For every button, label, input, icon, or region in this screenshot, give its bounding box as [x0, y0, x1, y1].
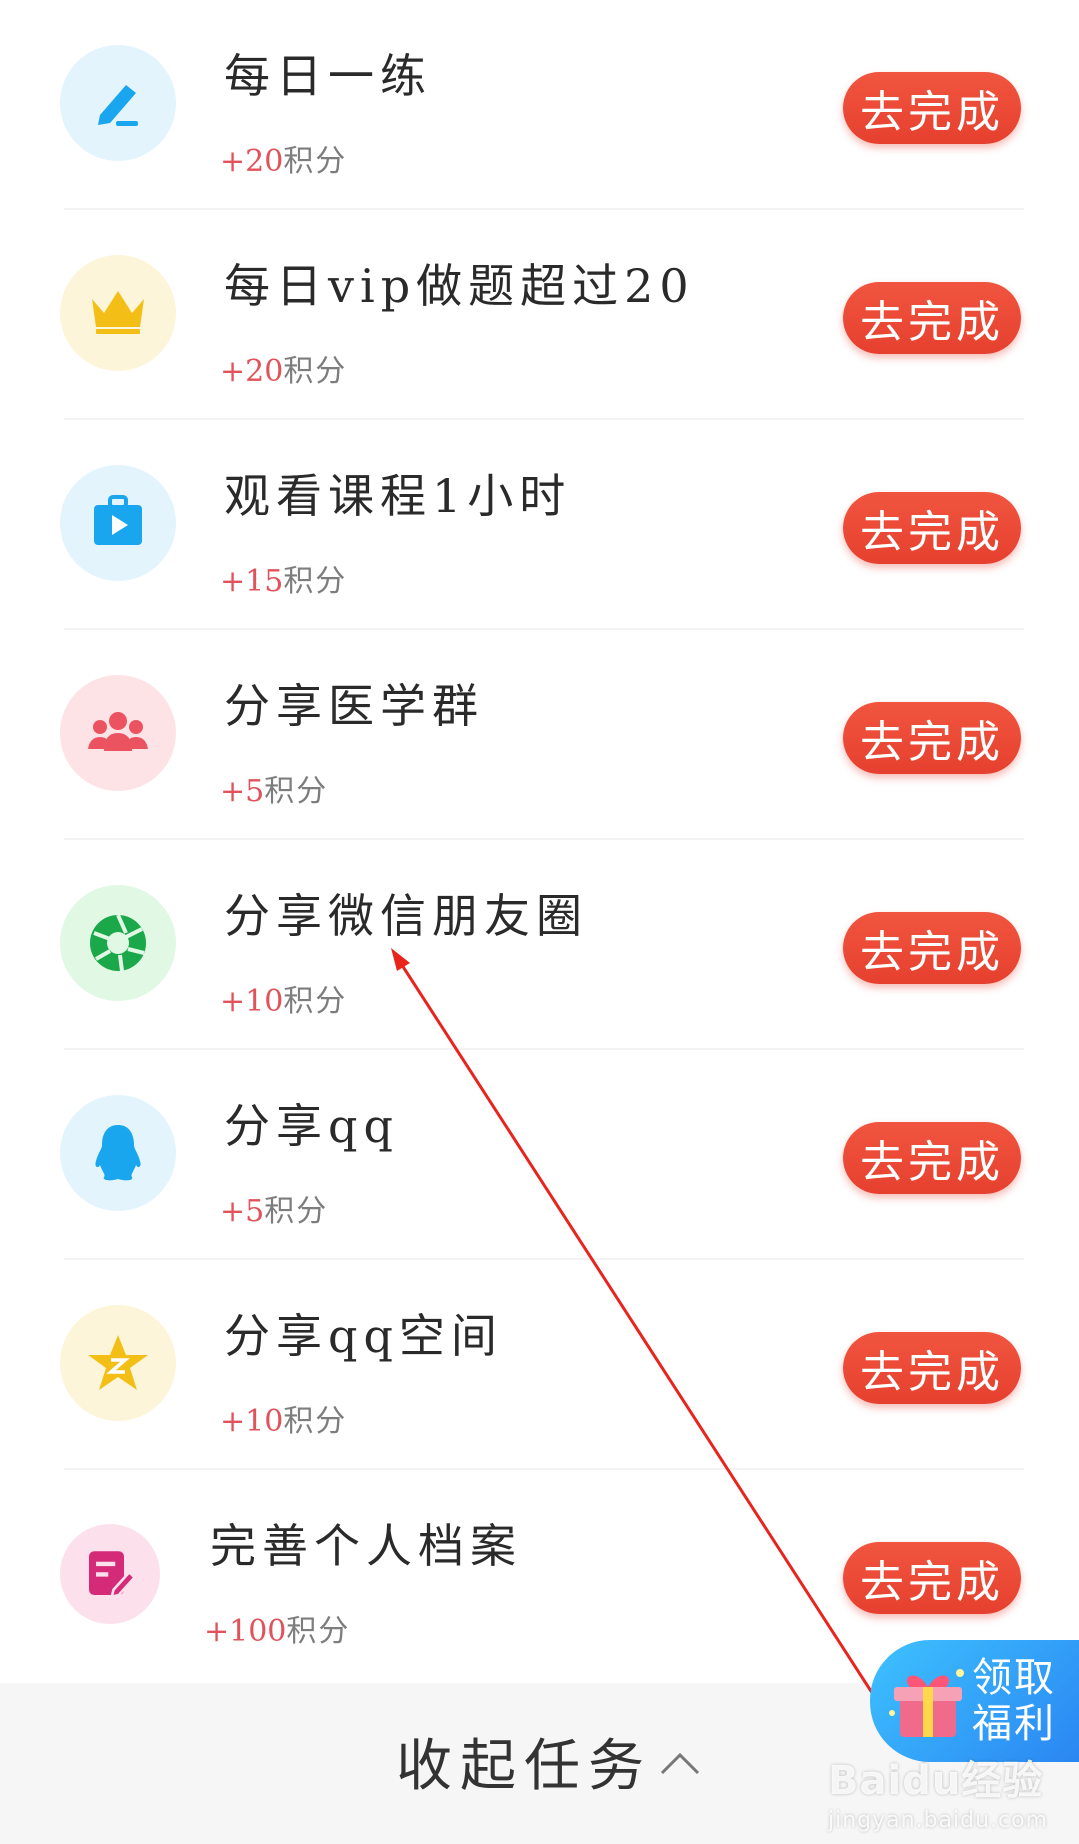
complete-task-button[interactable]: 去完成 — [843, 72, 1021, 144]
task-points: +10积分 — [220, 976, 347, 1020]
task-item: 观看课程1小时 +15积分 去完成 — [0, 420, 1079, 630]
points-value: +10 — [220, 984, 284, 1019]
task-item: 分享微信朋友圈 +10积分 去完成 — [0, 840, 1079, 1050]
task-title: 分享qq — [224, 1099, 399, 1153]
task-item: 分享qq +5积分 去完成 — [0, 1050, 1079, 1260]
task-points: +5积分 — [220, 766, 328, 810]
pencil-icon — [60, 45, 176, 161]
video-briefcase-icon — [60, 465, 176, 581]
collapse-label: 收起任务 — [396, 1734, 652, 1799]
complete-task-button[interactable]: 去完成 — [843, 912, 1021, 984]
points-value: +10 — [220, 1404, 284, 1439]
points-unit: 积分 — [264, 774, 329, 809]
edit-document-icon — [60, 1524, 160, 1624]
complete-task-button[interactable]: 去完成 — [843, 1542, 1021, 1614]
complete-task-button[interactable]: 去完成 — [843, 702, 1021, 774]
complete-task-button[interactable]: 去完成 — [843, 492, 1021, 564]
collapse-tasks-button[interactable]: 收起任务 — [396, 1721, 702, 1802]
points-value: +5 — [220, 774, 265, 809]
crown-icon — [60, 255, 176, 371]
points-unit: 积分 — [286, 1614, 351, 1649]
moments-shutter-icon — [60, 885, 176, 1001]
promo-line2: 福利 — [972, 1701, 1056, 1747]
qq-penguin-icon — [60, 1095, 176, 1211]
promo-text: 领取 福利 — [972, 1655, 1056, 1747]
points-unit: 积分 — [283, 354, 348, 389]
points-value: +20 — [220, 354, 284, 389]
complete-task-button[interactable]: 去完成 — [843, 282, 1021, 354]
task-title: 每日vip做题超过20 — [224, 259, 695, 313]
points-unit: 积分 — [283, 1404, 348, 1439]
task-points: +20积分 — [220, 136, 347, 180]
points-value: +20 — [220, 144, 284, 179]
task-title: 每日一练 — [224, 49, 432, 103]
points-value: +5 — [220, 1194, 265, 1229]
qzone-star-icon — [60, 1305, 176, 1421]
task-item: 分享qq空间 +10积分 去完成 — [0, 1260, 1079, 1470]
task-title: 完善个人档案 — [210, 1519, 522, 1573]
task-list: 每日一练 +20积分 去完成 每日vip做题超过20 +20积分 去完成 观看课… — [0, 0, 1079, 1680]
points-value: +100 — [204, 1614, 287, 1649]
points-value: +15 — [220, 564, 284, 599]
task-points: +20积分 — [220, 346, 347, 390]
task-points: +5积分 — [220, 1186, 328, 1230]
task-points: +10积分 — [220, 1396, 347, 1440]
task-item: 每日一练 +20积分 去完成 — [0, 0, 1079, 210]
task-title: 分享医学群 — [224, 679, 484, 733]
points-unit: 积分 — [264, 1194, 329, 1229]
task-title: 分享qq空间 — [224, 1309, 503, 1363]
complete-task-button[interactable]: 去完成 — [843, 1122, 1021, 1194]
group-icon — [60, 675, 176, 791]
task-points: +100积分 — [204, 1606, 350, 1650]
complete-task-button[interactable]: 去完成 — [843, 1332, 1021, 1404]
task-title: 观看课程1小时 — [224, 469, 572, 523]
promo-line1: 领取 — [972, 1655, 1056, 1701]
baidu-watermark: Baidu经验 jingyan.baidu.com — [828, 1748, 1048, 1833]
task-title: 分享微信朋友圈 — [224, 889, 588, 943]
watermark-brand: Baidu经验 — [828, 1758, 1044, 1804]
points-unit: 积分 — [283, 564, 348, 599]
task-item: 分享医学群 +5积分 去完成 — [0, 630, 1079, 840]
claim-benefits-button[interactable]: 领取 福利 — [870, 1640, 1079, 1762]
chevron-up-icon — [660, 1752, 700, 1774]
task-item: 每日vip做题超过20 +20积分 去完成 — [0, 210, 1079, 420]
task-points: +15积分 — [220, 556, 347, 600]
gift-box-icon — [889, 1669, 964, 1737]
points-unit: 积分 — [283, 144, 348, 179]
points-unit: 积分 — [283, 984, 348, 1019]
watermark-url: jingyan.baidu.com — [828, 1808, 1049, 1833]
